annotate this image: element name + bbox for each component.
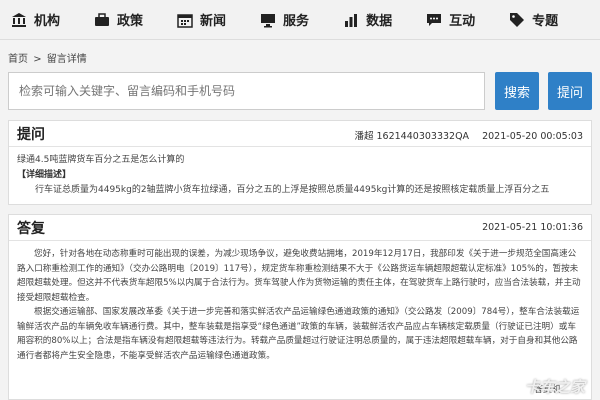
nav-label: 机构 xyxy=(34,14,61,29)
nav-item-service[interactable]: 服务 xyxy=(259,0,309,40)
answer-panel: 答复 2021-05-21 10:01:36 您好，针对各地在动态称重时可能出现… xyxy=(8,214,592,400)
question-title: 绿通4.5吨蓝牌货车百分之五是怎么计算的 xyxy=(17,155,185,165)
breadcrumb-home[interactable]: 首页 xyxy=(8,54,28,65)
question-heading: 提问 xyxy=(17,126,45,143)
nav-item-topics[interactable]: 专题 xyxy=(508,0,558,40)
question-date: 2021-05-20 00:05:03 xyxy=(482,131,583,142)
breadcrumb-separator: > xyxy=(33,54,42,65)
nav-item-institution[interactable]: 机构 xyxy=(10,0,60,40)
watermark-logo: 卡车之家 xyxy=(524,378,585,396)
question-code: 潘超 1621440303332QA xyxy=(354,131,470,142)
nav-label: 数据 xyxy=(366,14,393,29)
bar-chart-icon xyxy=(342,11,360,29)
nav-label: 政策 xyxy=(117,14,144,29)
ask-button[interactable]: 提问 xyxy=(548,72,592,110)
briefcase-icon xyxy=(93,11,111,29)
institution-icon xyxy=(10,11,28,29)
question-meta: 潘超 1621440303332QA 2021-05-20 00:05:03 xyxy=(354,128,583,142)
question-panel: 提问 潘超 1621440303332QA 2021-05-20 00:05:0… xyxy=(8,120,592,205)
answer-date: 2021-05-21 10:01:36 xyxy=(482,222,583,233)
nav-label: 新闻 xyxy=(200,14,227,29)
answer-paragraph: 根据交通运输部、国家发展改革委《关于进一步完善和落实鲜活农产品运输绿色通道政策的… xyxy=(17,307,580,361)
breadcrumb: 首页 > 留言详情 xyxy=(8,50,89,65)
nav-label: 专题 xyxy=(532,14,559,29)
search-button[interactable]: 搜索 xyxy=(495,72,539,110)
answer-body: 您好，针对各地在动态称重时可能出现的误差，为减少现场争议，避免收费站拥堵，201… xyxy=(9,241,591,369)
search-input[interactable] xyxy=(8,72,485,110)
answer-paragraph: 您好，针对各地在动态称重时可能出现的误差，为减少现场争议，避免收费站拥堵，201… xyxy=(17,249,581,303)
answer-header: 答复 2021-05-21 10:01:36 xyxy=(9,215,591,241)
nav-item-interaction[interactable]: 互动 xyxy=(425,0,475,40)
breadcrumb-current: 留言详情 xyxy=(46,54,87,65)
nav-item-data[interactable]: 数据 xyxy=(342,0,392,40)
nav-label: 互动 xyxy=(449,14,476,29)
description-label: 【详细描述】 xyxy=(17,170,72,180)
calendar-icon xyxy=(176,11,194,29)
question-body: 绿通4.5吨蓝牌货车百分之五是怎么计算的 【详细描述】 行车证总质量为4495k… xyxy=(9,147,591,204)
monitor-icon xyxy=(259,11,277,29)
nav-item-news[interactable]: 新闻 xyxy=(176,0,226,40)
question-description: 行车证总质量为4495kg的2轴蓝牌小货车拉绿通，百分之五的上浮是按照总质量44… xyxy=(35,185,550,195)
nav-label: 服务 xyxy=(283,14,310,29)
nav-item-policy[interactable]: 政策 xyxy=(93,0,143,40)
question-header: 提问 潘超 1621440303332QA 2021-05-20 00:05:0… xyxy=(9,121,591,147)
search-bar: 搜索 提问 xyxy=(8,72,592,112)
tag-icon xyxy=(508,11,526,29)
chat-bubble-icon xyxy=(425,11,443,29)
answer-heading: 答复 xyxy=(17,220,45,237)
top-navigation: 机构 政策 新闻 服务 数据 互动 专题 xyxy=(0,0,600,40)
